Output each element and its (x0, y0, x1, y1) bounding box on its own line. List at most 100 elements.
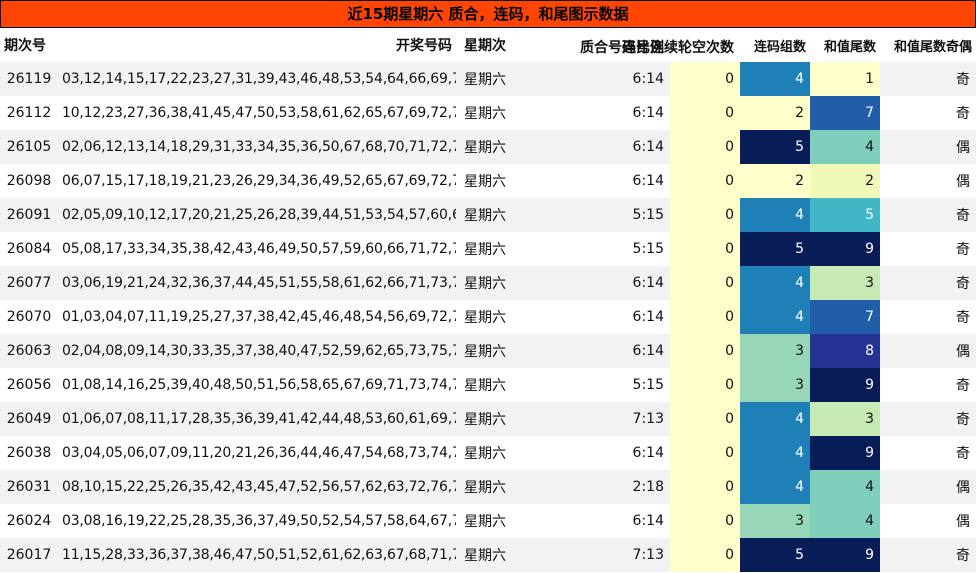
cell-zero-count: 0 (670, 198, 740, 232)
table-row: 26091 02,05,09,10,12,17,20,21,25,26,28,39… (0, 198, 976, 232)
cell-qici: 26084 (0, 232, 58, 266)
cell-qici: 26119 (0, 62, 58, 96)
cell-zero-count: 0 (670, 266, 740, 300)
table-row: 26105 02,06,12,13,14,18,29,31,33,34,35,36… (0, 130, 976, 164)
table-row: 26077 03,06,19,21,24,32,36,37,44,45,51,55… (0, 266, 976, 300)
cell-odd-even: 奇 (880, 62, 976, 96)
table-title: 近15期星期六 质合，连码，和尾图示数据 (0, 0, 976, 28)
cell-qici: 26038 (0, 436, 58, 470)
header-oe: 和值尾数奇偶 (880, 28, 976, 62)
cell-odd-even: 奇 (880, 96, 976, 130)
cell-day: 星期六 (456, 368, 514, 402)
cell-day: 星期六 (456, 504, 514, 538)
cell-sum-tail: 4 (810, 470, 880, 504)
cell-numbers: 01,06,07,08,11,17,28,35,36,39,41,42,44,4… (58, 402, 456, 436)
header-row: 期次号 开奖号码 星期次 质合号码比例 连号连续轮空次数 连码组数 和值尾数 和… (0, 28, 976, 62)
cell-zero-count: 0 (670, 504, 740, 538)
cell-lian-count: 5 (740, 130, 810, 164)
cell-qici: 26056 (0, 368, 58, 402)
cell-sum-tail: 7 (810, 96, 880, 130)
cell-numbers: 01,03,04,07,11,19,25,27,37,38,42,45,46,4… (58, 300, 456, 334)
cell-qici: 26112 (0, 96, 58, 130)
cell-odd-even: 奇 (880, 266, 976, 300)
cell-odd-even: 偶 (880, 164, 976, 198)
cell-sum-tail: 9 (810, 436, 880, 470)
cell-sum-tail: 3 (810, 266, 880, 300)
cell-lian-count: 4 (740, 402, 810, 436)
cell-ratio: 7:13 (514, 402, 670, 436)
table-body: 26119 03,12,14,15,17,22,23,27,31,39,43,46… (0, 62, 976, 572)
cell-ratio: 6:14 (514, 334, 670, 368)
cell-zero-count: 0 (670, 232, 740, 266)
cell-numbers: 11,15,28,33,36,37,38,46,47,50,51,52,61,6… (58, 538, 456, 572)
cell-zero-count: 0 (670, 96, 740, 130)
cell-qici: 26063 (0, 334, 58, 368)
cell-day: 星期六 (456, 232, 514, 266)
header-qici: 期次号 (0, 28, 58, 62)
cell-zero-count: 0 (670, 470, 740, 504)
cell-lian-count: 4 (740, 198, 810, 232)
table-row: 26024 03,08,16,19,22,25,28,35,36,37,49,50… (0, 504, 976, 538)
cell-ratio: 5:15 (514, 368, 670, 402)
cell-qici: 26098 (0, 164, 58, 198)
header-day: 星期次 (456, 28, 514, 62)
cell-lian-count: 2 (740, 96, 810, 130)
cell-sum-tail: 7 (810, 300, 880, 334)
cell-ratio: 6:14 (514, 164, 670, 198)
cell-odd-even: 奇 (880, 368, 976, 402)
cell-odd-even: 偶 (880, 334, 976, 368)
cell-numbers: 02,05,09,10,12,17,20,21,25,26,28,39,44,5… (58, 198, 456, 232)
cell-zero-count: 0 (670, 402, 740, 436)
cell-numbers: 06,07,15,17,18,19,21,23,26,29,34,36,49,5… (58, 164, 456, 198)
cell-sum-tail: 8 (810, 334, 880, 368)
cell-ratio: 6:14 (514, 266, 670, 300)
cell-odd-even: 偶 (880, 470, 976, 504)
cell-day: 星期六 (456, 402, 514, 436)
cell-qici: 26049 (0, 402, 58, 436)
cell-qici: 26077 (0, 266, 58, 300)
cell-ratio: 5:15 (514, 232, 670, 266)
cell-numbers: 02,04,08,09,14,30,33,35,37,38,40,47,52,5… (58, 334, 456, 368)
cell-numbers: 03,04,05,06,07,09,11,20,21,26,36,44,46,4… (58, 436, 456, 470)
header-wei: 和值尾数 (810, 28, 880, 62)
cell-day: 星期六 (456, 266, 514, 300)
cell-sum-tail: 9 (810, 232, 880, 266)
cell-ratio: 6:14 (514, 436, 670, 470)
cell-odd-even: 偶 (880, 504, 976, 538)
header-lian: 连码组数 (740, 28, 810, 62)
cell-zero-count: 0 (670, 130, 740, 164)
cell-lian-count: 4 (740, 62, 810, 96)
cell-odd-even: 偶 (880, 130, 976, 164)
cell-odd-even: 奇 (880, 402, 976, 436)
cell-zero-count: 0 (670, 300, 740, 334)
table-row: 26056 01,08,14,16,25,39,40,48,50,51,56,58… (0, 368, 976, 402)
table-row: 26031 08,10,15,22,25,26,35,42,43,45,47,52… (0, 470, 976, 504)
cell-ratio: 6:14 (514, 96, 670, 130)
cell-lian-count: 5 (740, 538, 810, 572)
cell-numbers: 02,06,12,13,14,18,29,31,33,34,35,36,50,6… (58, 130, 456, 164)
cell-day: 星期六 (456, 62, 514, 96)
cell-ratio: 7:13 (514, 538, 670, 572)
table-row: 26017 11,15,28,33,36,37,38,46,47,50,51,52… (0, 538, 976, 572)
table-row: 26084 05,08,17,33,34,35,38,42,43,46,49,50… (0, 232, 976, 266)
cell-qici: 26017 (0, 538, 58, 572)
table-row: 26070 01,03,04,07,11,19,25,27,37,38,42,45… (0, 300, 976, 334)
cell-sum-tail: 4 (810, 130, 880, 164)
cell-zero-count: 0 (670, 164, 740, 198)
cell-zero-count: 0 (670, 62, 740, 96)
cell-sum-tail: 2 (810, 164, 880, 198)
cell-numbers: 05,08,17,33,34,35,38,42,43,46,49,50,57,5… (58, 232, 456, 266)
cell-qici: 26031 (0, 470, 58, 504)
cell-day: 星期六 (456, 164, 514, 198)
data-table: 期次号 开奖号码 星期次 质合号码比例 连号连续轮空次数 连码组数 和值尾数 和… (0, 28, 976, 572)
cell-lian-count: 4 (740, 266, 810, 300)
cell-lian-count: 5 (740, 232, 810, 266)
table-row: 26098 06,07,15,17,18,19,21,23,26,29,34,36… (0, 164, 976, 198)
table-row: 26063 02,04,08,09,14,30,33,35,37,38,40,47… (0, 334, 976, 368)
cell-ratio: 6:14 (514, 62, 670, 96)
cell-day: 星期六 (456, 470, 514, 504)
cell-zero-count: 0 (670, 436, 740, 470)
cell-lian-count: 3 (740, 334, 810, 368)
cell-numbers: 10,12,23,27,36,38,41,45,47,50,53,58,61,6… (58, 96, 456, 130)
header-zero: 连号连续轮空次数 (622, 28, 740, 62)
